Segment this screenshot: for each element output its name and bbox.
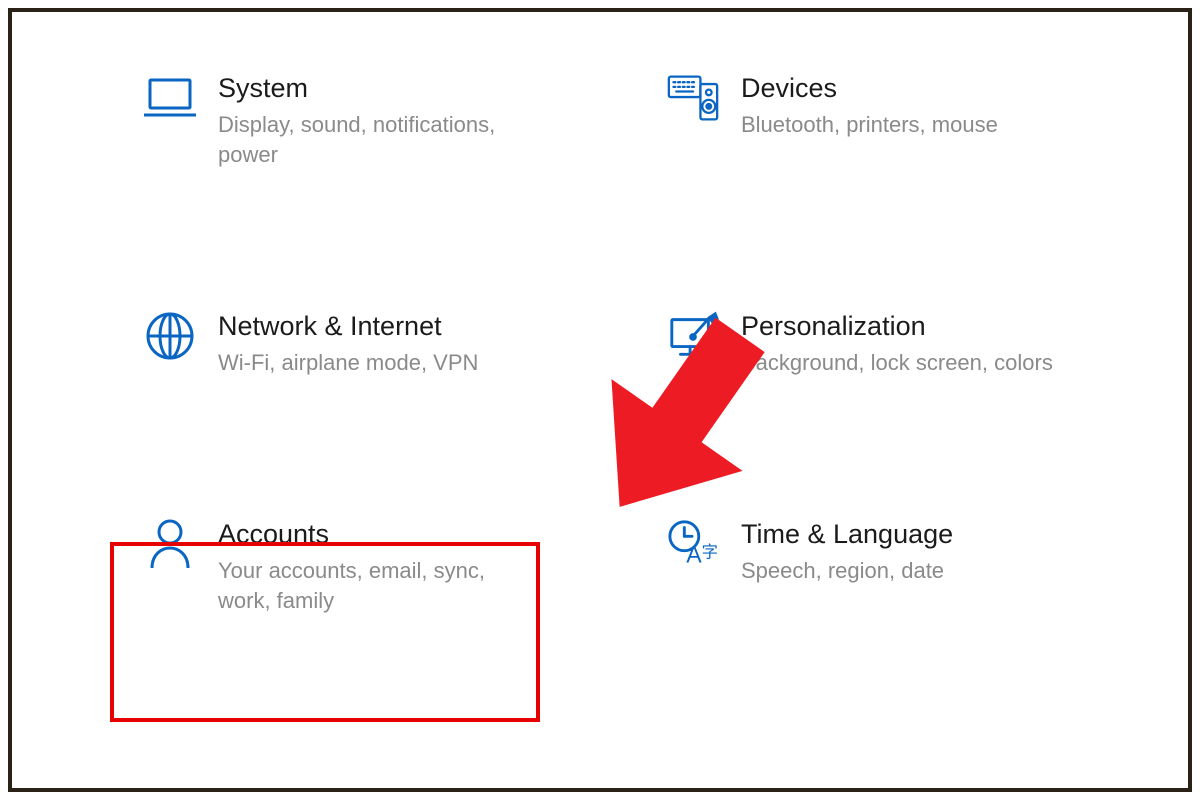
- globe-icon: [144, 310, 196, 362]
- keyboard-speaker-icon: [667, 72, 719, 124]
- tile-desc: Wi-Fi, airplane mode, VPN: [218, 348, 478, 378]
- tile-desc: Speech, region, date: [741, 556, 953, 586]
- tile-text: Accounts Your accounts, email, sync, wor…: [218, 518, 538, 616]
- tile-accounts[interactable]: Accounts Your accounts, email, sync, wor…: [132, 508, 595, 626]
- tile-devices[interactable]: Devices Bluetooth, printers, mouse: [655, 62, 1118, 180]
- tile-personalization[interactable]: Personalization Background, lock screen,…: [655, 300, 1118, 388]
- tile-title: Devices: [741, 72, 998, 104]
- tile-text: System Display, sound, notifications, po…: [218, 72, 538, 170]
- laptop-icon: [144, 72, 196, 124]
- tile-text: Time & Language Speech, region, date: [741, 518, 953, 586]
- tile-system[interactable]: System Display, sound, notifications, po…: [132, 62, 595, 180]
- tile-title: Personalization: [741, 310, 1053, 342]
- settings-panel: System Display, sound, notifications, po…: [8, 8, 1192, 792]
- tile-text: Devices Bluetooth, printers, mouse: [741, 72, 998, 140]
- tile-network[interactable]: Network & Internet Wi-Fi, airplane mode,…: [132, 300, 595, 388]
- tile-desc: Background, lock screen, colors: [741, 348, 1053, 378]
- tile-title: Accounts: [218, 518, 538, 550]
- tile-title: Time & Language: [741, 518, 953, 550]
- tile-desc: Bluetooth, printers, mouse: [741, 110, 998, 140]
- tile-text: Network & Internet Wi-Fi, airplane mode,…: [218, 310, 478, 378]
- tile-desc: Your accounts, email, sync, work, family: [218, 556, 538, 615]
- time-language-icon: A 字: [667, 518, 719, 570]
- person-icon: [144, 518, 196, 570]
- svg-text:字: 字: [702, 543, 718, 561]
- tile-title: Network & Internet: [218, 310, 478, 342]
- tile-desc: Display, sound, notifications, power: [218, 110, 538, 169]
- tile-title: System: [218, 72, 538, 104]
- svg-text:A: A: [686, 541, 702, 567]
- settings-grid: System Display, sound, notifications, po…: [132, 62, 1118, 626]
- personalize-icon: [667, 310, 719, 362]
- tile-text: Personalization Background, lock screen,…: [741, 310, 1053, 378]
- tile-time-language[interactable]: A 字 Time & Language Speech, region, date: [655, 508, 1118, 626]
